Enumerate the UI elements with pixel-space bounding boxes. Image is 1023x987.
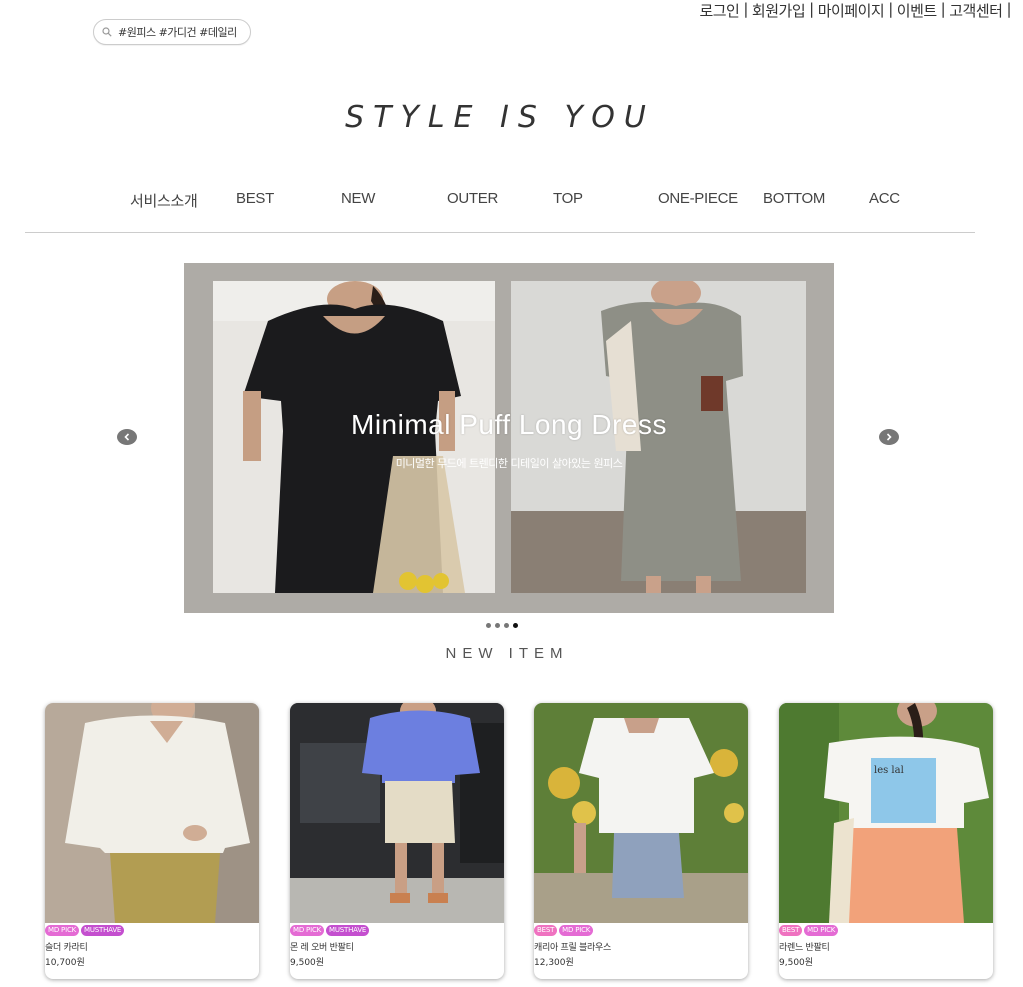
product-card[interactable]: les lal BEST MD PICK 라렌느 반팔티 9,500원 [779, 703, 993, 979]
nav-item-outer[interactable]: OUTER [447, 190, 498, 207]
product-name[interactable]: 몬 레 오버 반팔티 [290, 940, 354, 953]
md-pick-badge: MD PICK [45, 925, 80, 936]
product-badges: MD PICK MUSTHAVE [45, 925, 125, 936]
search-icon [102, 27, 112, 37]
prev-slide-button[interactable] [117, 429, 137, 445]
product-price: 12,300원 [534, 958, 574, 968]
login-link[interactable]: 로그인 [699, 0, 739, 21]
nav-item-new[interactable]: NEW [341, 190, 375, 207]
banner-title: Minimal Puff Long Dress [351, 409, 667, 440]
slide-dot-3[interactable] [504, 623, 509, 628]
mypage-link[interactable]: 마이페이지 [818, 0, 885, 21]
customer-center-link[interactable]: 고객센터 [949, 0, 1003, 21]
separator: | [940, 0, 946, 18]
separator: | [888, 0, 893, 18]
product-name[interactable]: 캐리아 프릴 블라우스 [534, 940, 611, 953]
best-badge: BEST [534, 925, 558, 936]
separator: | [743, 0, 748, 18]
search-input[interactable] [118, 25, 236, 39]
nav-item-best[interactable]: BEST [236, 190, 274, 207]
main-nav: 서비스소개 BEST NEW OUTER TOP ONE-PIECE BOTTO… [0, 190, 1000, 214]
slide-dot-1[interactable] [486, 623, 491, 628]
product-price: 9,500원 [779, 958, 814, 968]
nav-divider [25, 232, 975, 233]
nav-item-service[interactable]: 서비스소개 [130, 190, 198, 211]
product-card[interactable]: BEST MD PICK 캐리아 프릴 블라우스 12,300원 [534, 703, 748, 979]
banner-subtitle: 미니멀한 무드에 트렌디한 디테일이 살아있는 원피스 [395, 457, 623, 470]
svg-text:les lal: les lal [874, 765, 904, 776]
separator: | [1006, 0, 1011, 18]
product-badges: BEST MD PICK [779, 925, 839, 936]
md-pick-badge: MD PICK [804, 925, 839, 936]
musthave-badge: MUSTHAVE [326, 925, 370, 936]
product-image [534, 703, 748, 923]
nav-item-top[interactable]: TOP [553, 190, 583, 207]
nav-item-bottom[interactable]: BOTTOM [763, 190, 825, 207]
nav-item-one-piece[interactable]: ONE-PIECE [658, 190, 738, 207]
signup-link[interactable]: 회원가입 [752, 0, 806, 21]
product-price: 10,700원 [45, 958, 85, 968]
product-image: les lal [779, 703, 993, 923]
product-card[interactable]: MD PICK MUSTHAVE 슬더 카라티 10,700원 [45, 703, 259, 979]
main-banner[interactable]: Minimal Puff Long Dress 미니멀한 무드에 트렌디한 디테… [184, 263, 834, 613]
slide-dot-2[interactable] [495, 623, 500, 628]
md-pick-badge: MD PICK [290, 925, 325, 936]
next-slide-button[interactable] [879, 429, 899, 445]
chevron-left-icon [124, 433, 130, 441]
new-item-heading: NEW ITEM [445, 645, 569, 662]
musthave-badge: MUSTHAVE [81, 925, 125, 936]
product-badges: MD PICK MUSTHAVE [290, 925, 370, 936]
product-name[interactable]: 라렌느 반팔티 [779, 940, 830, 953]
product-price: 9,500원 [290, 958, 325, 968]
nav-item-acc[interactable]: ACC [869, 190, 900, 207]
product-badges: BEST MD PICK [534, 925, 594, 936]
top-links: 로그인 | 회원가입 | 마이페이지 | 이벤트 | 고객센터 | [699, 0, 1015, 21]
md-pick-badge: MD PICK [559, 925, 594, 936]
slide-indicator [486, 623, 518, 628]
product-card[interactable]: MD PICK MUSTHAVE 몬 레 오버 반팔티 9,500원 [290, 703, 504, 979]
product-image [45, 703, 259, 923]
product-name[interactable]: 슬더 카라티 [45, 940, 88, 953]
slide-dot-4[interactable] [513, 623, 518, 628]
chevron-right-icon [886, 433, 892, 441]
separator: | [809, 0, 814, 18]
product-image [290, 703, 504, 923]
event-link[interactable]: 이벤트 [897, 0, 937, 21]
best-badge: BEST [779, 925, 803, 936]
site-logo[interactable]: STYLE IS YOU [0, 100, 1000, 135]
search-box[interactable] [93, 19, 251, 45]
